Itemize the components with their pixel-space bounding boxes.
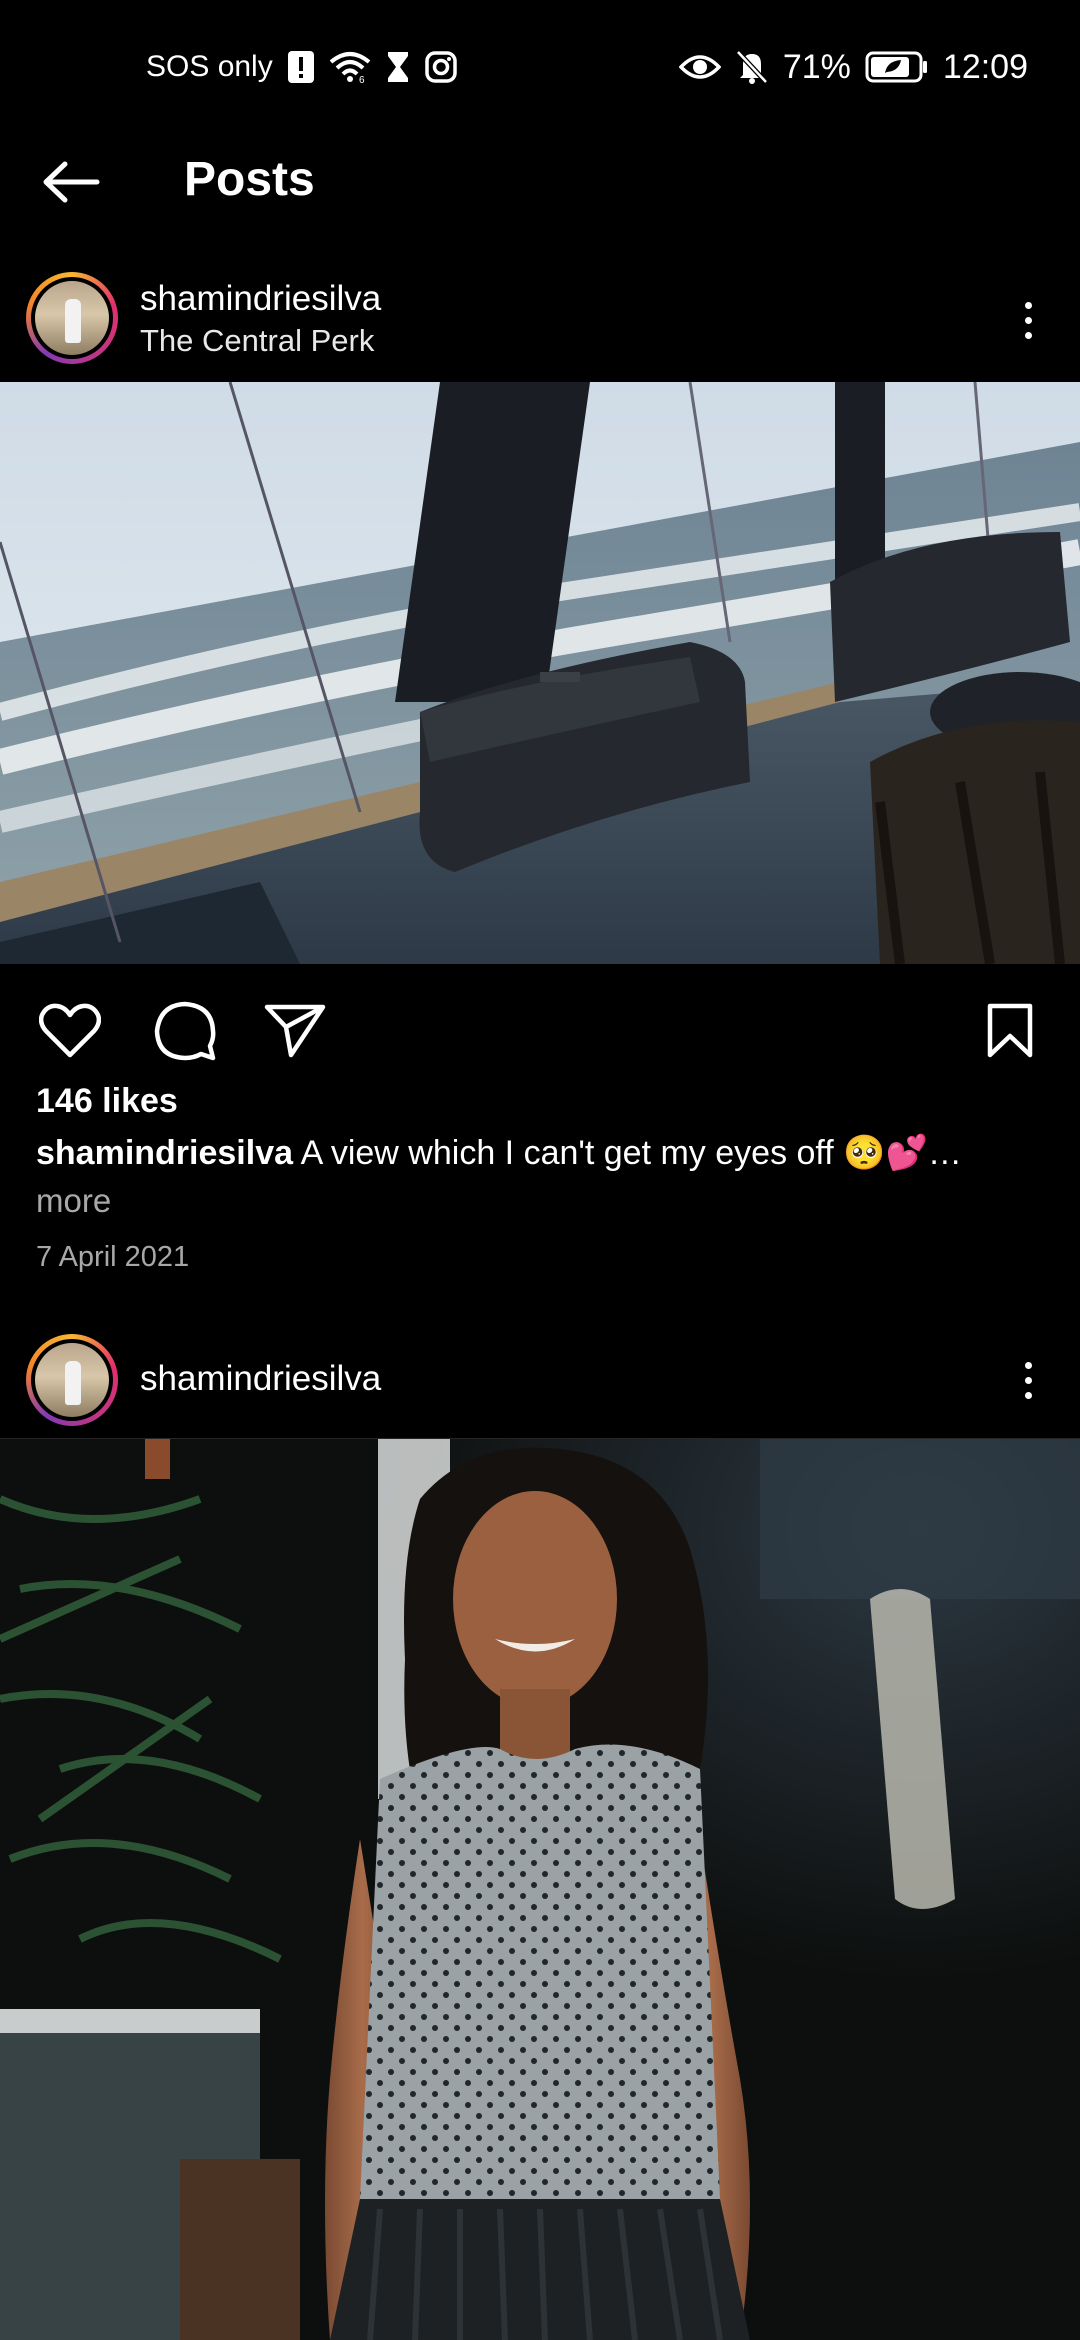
back-button[interactable] xyxy=(36,152,106,212)
likes-count[interactable]: 146 likes xyxy=(36,1078,178,1124)
carrier-text: SOS only xyxy=(146,50,273,83)
heart-icon xyxy=(39,1003,101,1058)
post-date: 7 April 2021 xyxy=(36,1241,190,1273)
instagram-icon xyxy=(424,51,457,83)
page-title: Posts xyxy=(184,153,315,206)
alert-icon xyxy=(287,50,315,84)
more-options-button[interactable] xyxy=(1016,290,1040,350)
battery-percent: 71% xyxy=(782,47,851,86)
more-dots-icon xyxy=(1024,1361,1032,1369)
more-dots-icon xyxy=(1024,301,1032,309)
post-location[interactable]: The Central Perk xyxy=(140,322,374,360)
save-button[interactable] xyxy=(970,991,1050,1071)
hourglass-icon xyxy=(385,50,411,84)
status-left: SOS only 6 xyxy=(146,44,457,90)
status-bar: SOS only 6 71% 12:09 xyxy=(0,0,1080,130)
caption-text: A view which I can't get my eyes off 🥺💕… xyxy=(300,1134,962,1172)
back-arrow-icon xyxy=(43,161,100,203)
caption-username[interactable]: shamindriesilva xyxy=(36,1134,293,1172)
status-right: 71% 12:09 xyxy=(678,44,1028,90)
post-image-graphic xyxy=(0,382,1080,964)
post-username[interactable]: shamindriesilva xyxy=(140,1358,381,1400)
comment-button[interactable] xyxy=(145,991,225,1071)
wifi-icon: 6 xyxy=(329,50,371,84)
post-header: shamindriesilva The Central Perk xyxy=(0,262,1080,372)
post-image[interactable] xyxy=(0,382,1080,964)
eye-icon xyxy=(678,52,721,82)
clock: 12:09 xyxy=(942,47,1028,86)
battery-icon xyxy=(865,51,929,83)
bell-off-icon xyxy=(735,49,769,85)
share-button[interactable] xyxy=(255,991,335,1071)
avatar[interactable] xyxy=(26,272,118,364)
post-image[interactable] xyxy=(0,1439,1080,2340)
share-icon xyxy=(264,1004,326,1058)
post-header: shamindriesilva xyxy=(0,1324,1080,1434)
comment-icon xyxy=(154,1001,216,1061)
post-caption: shamindriesilva A view which I can't get… xyxy=(36,1130,1036,1176)
avatar[interactable] xyxy=(26,1334,118,1426)
svg-text:6: 6 xyxy=(359,75,365,84)
bookmark-icon xyxy=(987,1003,1033,1058)
post-actions xyxy=(0,985,1080,1085)
post-image-graphic xyxy=(0,1439,1080,2340)
top-bar: Posts xyxy=(0,130,1080,230)
like-button[interactable] xyxy=(30,991,110,1071)
post-username[interactable]: shamindriesilva xyxy=(140,278,381,320)
more-options-button[interactable] xyxy=(1016,1350,1040,1410)
caption-more-link[interactable]: more xyxy=(36,1178,111,1224)
